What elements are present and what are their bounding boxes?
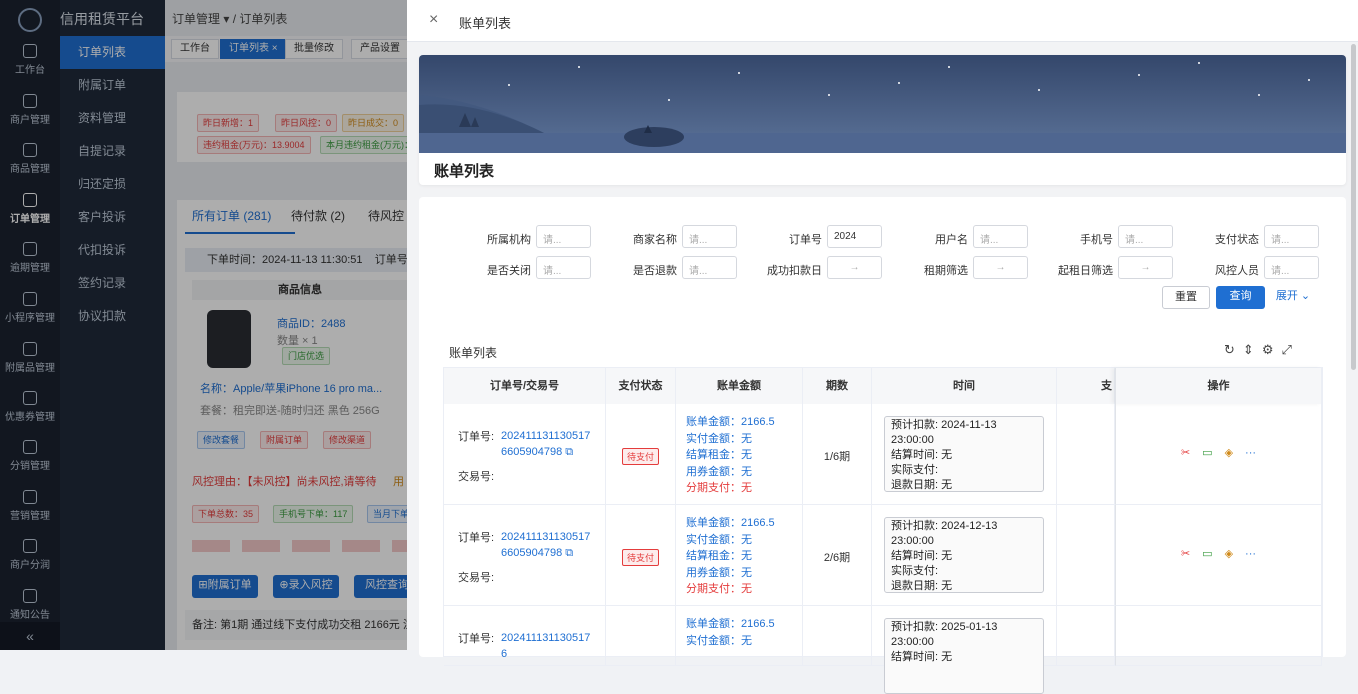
- amount-cell: 账单金额：2166.5 实付金额：无 结算租金：无 用券金额：无 分期支付：无: [676, 404, 803, 505]
- cut-icon[interactable]: ✂: [1181, 447, 1190, 459]
- bill-table: 订单号/交易号 支付状态 账单金额 期数 时间 支 操作 订单号: 2024111…: [443, 367, 1323, 694]
- start-date-picker[interactable]: →: [1118, 256, 1173, 279]
- pay-status-cell: 待支付: [606, 404, 676, 505]
- close-icon[interactable]: ×: [429, 11, 438, 29]
- label-phone: 手机号: [1080, 234, 1113, 246]
- order-no-link[interactable]: 2024111311305176605904798 ⧉: [501, 529, 591, 561]
- merchant-select[interactable]: 请...: [682, 225, 737, 248]
- closed-select[interactable]: 请...: [536, 256, 591, 279]
- bill-drawer: × 账单列表 账单列表 所属机构 请... 商家名称 请... 订单号 2024…: [407, 0, 1358, 694]
- label-org: 所属机构: [487, 234, 531, 246]
- risk-person-select[interactable]: 请...: [1264, 256, 1319, 279]
- filter-card: 所属机构 请... 商家名称 请... 订单号 2024 用户名 请... 手机…: [419, 197, 1346, 694]
- pay-status-cell: [606, 606, 676, 666]
- order-cell: 订单号: 2024111311305176605904798 ⧉ 交易号:: [444, 404, 606, 505]
- time-cell: 预计扣款: 2024-11-13 23:00:00 结算时间: 无实际支付: 退款日…: [872, 404, 1057, 505]
- time-box[interactable]: 预计扣款: 2024-11-13 23:00:00 结算时间: 无实际支付: 退款日…: [884, 416, 1044, 492]
- label-refund: 是否退款: [633, 265, 677, 277]
- col-pay: 支: [1057, 368, 1115, 404]
- pay-status-badge: 待支付: [621, 549, 659, 566]
- order-no-input[interactable]: 2024: [827, 225, 882, 248]
- drawer-overlay[interactable]: [0, 0, 407, 650]
- period-picker[interactable]: →: [973, 256, 1028, 279]
- table-title: 账单列表: [449, 346, 498, 360]
- username-input[interactable]: 请...: [973, 225, 1028, 248]
- deduct-date-picker[interactable]: →: [827, 256, 882, 279]
- period-cell: 1/6期: [803, 404, 872, 505]
- pay-status-select[interactable]: 请...: [1264, 225, 1319, 248]
- col-period: 期数: [803, 368, 872, 404]
- card-icon[interactable]: ▭: [1202, 548, 1212, 560]
- drawer-title: 账单列表: [459, 16, 512, 31]
- time-box[interactable]: 预计扣款: 2024-12-13 23:00:00 结算时间: 无实际支付: 退款日…: [884, 517, 1044, 593]
- copy-icon[interactable]: ⧉: [565, 446, 573, 458]
- query-button[interactable]: 查询: [1216, 286, 1265, 309]
- period-cell: [803, 606, 872, 666]
- column-height-icon[interactable]: ⇕: [1243, 342, 1262, 357]
- table-tools: ↻⇕⚙⤢: [1224, 342, 1300, 358]
- actions-cell: [1115, 606, 1322, 666]
- label-username: 用户名: [935, 234, 968, 246]
- more-icon[interactable]: ···: [1245, 447, 1256, 459]
- label-period: 租期筛选: [924, 265, 968, 277]
- shield-icon[interactable]: ◈: [1225, 447, 1233, 459]
- copy-icon[interactable]: ⧉: [565, 547, 573, 559]
- label-closed: 是否关闭: [487, 265, 531, 277]
- night-lake-illustration: [419, 55, 1346, 153]
- col-time: 时间: [872, 368, 1057, 404]
- phone-input[interactable]: 请...: [1118, 225, 1173, 248]
- label-start-date: 起租日筛选: [1058, 265, 1113, 277]
- time-cell: 预计扣款: 2024-12-13 23:00:00 结算时间: 无实际支付: 退款日…: [872, 505, 1057, 606]
- label-merchant: 商家名称: [633, 234, 677, 246]
- pay-cell: [1057, 505, 1115, 606]
- col-amount: 账单金额: [676, 368, 803, 404]
- pay-cell: [1057, 606, 1115, 666]
- fullscreen-icon[interactable]: ⤢: [1281, 342, 1299, 357]
- pay-status-cell: 待支付: [606, 505, 676, 606]
- expand-button[interactable]: 展开 ⌄: [1271, 286, 1315, 309]
- refresh-icon[interactable]: ↻: [1224, 342, 1243, 357]
- order-cell: 订单号: 2024111311305176605904798 ⧉ 交易号:: [444, 505, 606, 606]
- banner-title: 账单列表: [434, 163, 495, 180]
- shield-icon[interactable]: ◈: [1225, 548, 1233, 560]
- settings-icon[interactable]: ⚙: [1262, 342, 1282, 357]
- card-icon[interactable]: ▭: [1202, 447, 1212, 459]
- label-order-no: 订单号: [789, 234, 822, 246]
- org-select[interactable]: 请...: [536, 225, 591, 248]
- refund-select[interactable]: 请...: [682, 256, 737, 279]
- amount-cell: 账单金额：2166.5 实付金额：无: [676, 606, 803, 666]
- amount-cell: 账单金额：2166.5 实付金额：无 结算租金：无 用券金额：无 分期支付：无: [676, 505, 803, 606]
- order-cell: 订单号: 2024111311305176: [444, 606, 606, 666]
- pay-cell: [1057, 404, 1115, 505]
- time-box[interactable]: 预计扣款: 2025-01-13 23:00:00 结算时间: 无: [884, 618, 1044, 694]
- actions-cell: ✂ ▭ ◈ ···: [1115, 505, 1322, 606]
- col-pay-status: 支付状态: [606, 368, 676, 404]
- time-cell: 预计扣款: 2025-01-13 23:00:00 结算时间: 无: [872, 606, 1057, 694]
- cut-icon[interactable]: ✂: [1181, 548, 1190, 560]
- more-icon[interactable]: ···: [1245, 548, 1256, 560]
- label-deduct-date: 成功扣款日: [767, 265, 822, 277]
- banner-card: 账单列表: [419, 55, 1346, 185]
- order-no-link[interactable]: 2024111311305176: [501, 630, 591, 662]
- actions-cell: ✂ ▭ ◈ ···: [1115, 404, 1322, 505]
- drawer-scrollbar[interactable]: [1351, 44, 1356, 370]
- order-no-link[interactable]: 2024111311305176605904798 ⧉: [501, 428, 591, 460]
- drawer-header: × 账单列表: [407, 0, 1358, 42]
- label-pay-status: 支付状态: [1215, 234, 1259, 246]
- reset-button[interactable]: 重置: [1162, 286, 1210, 309]
- col-order: 订单号/交易号: [444, 368, 606, 404]
- period-cell: 2/6期: [803, 505, 872, 606]
- col-actions: 操作: [1115, 368, 1322, 404]
- pay-status-badge: 待支付: [621, 448, 659, 465]
- label-risk-person: 风控人员: [1215, 265, 1259, 277]
